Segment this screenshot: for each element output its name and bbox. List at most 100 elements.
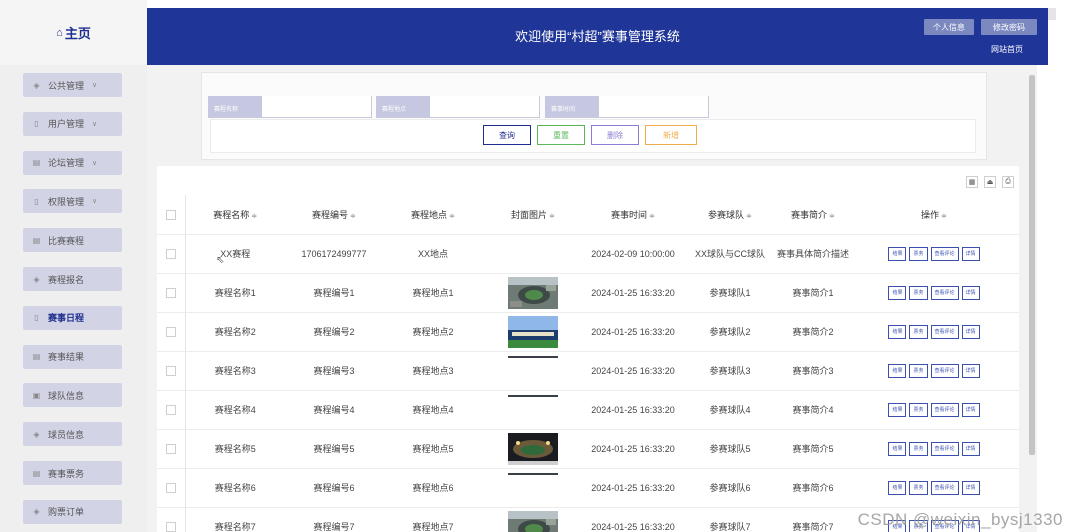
sidebar-item[interactable]: ▤ 赛事票务	[23, 461, 122, 485]
column-header[interactable]: 操作 ≑	[849, 195, 1019, 235]
table-row[interactable]: 赛程名称2 赛程编号2 赛程地点2 2024-01-25 16:33:20 参赛球队2 赛…	[157, 312, 1019, 352]
details-button[interactable]: 详情	[961, 285, 980, 300]
add-button[interactable]: 新增	[645, 125, 697, 145]
row-checkbox[interactable]	[165, 521, 176, 532]
row-checkbox[interactable]	[165, 404, 176, 415]
column-header[interactable]: 封面图片 ≑	[483, 195, 583, 235]
ticket-button[interactable]: 票务	[909, 363, 928, 378]
delete-button[interactable]: 删除	[591, 125, 639, 145]
view-comments-button[interactable]: 查看评论	[930, 402, 959, 417]
details-button[interactable]: 详情	[961, 324, 980, 339]
view-comments-button[interactable]: 查看评论	[930, 285, 959, 300]
sidebar-item[interactable]: ▤ 比赛赛程	[23, 228, 122, 253]
ticket-button[interactable]: 票务	[909, 402, 928, 417]
row-actions-cell: 结果 票务 查看评论 详情	[849, 468, 1019, 508]
result-button[interactable]: 结果	[888, 402, 907, 417]
ticket-button[interactable]: 票务	[909, 324, 928, 339]
sort-icon[interactable]: ≑	[829, 213, 835, 220]
cell-place: 赛程地点6	[383, 468, 483, 508]
view-comments-button[interactable]: 查看评论	[930, 363, 959, 378]
export-icon[interactable]: ⏏	[984, 176, 996, 188]
sort-icon[interactable]: ≑	[449, 213, 455, 220]
schedule-place-input[interactable]	[430, 96, 540, 117]
sidebar-item[interactable]: ▯ 权限管理 ∨	[23, 189, 122, 214]
row-checkbox[interactable]	[165, 287, 176, 298]
result-button[interactable]: 结果	[888, 363, 907, 378]
reset-button[interactable]: 重置	[537, 125, 585, 145]
cover-image	[508, 315, 558, 348]
doc-icon: ▯	[34, 313, 39, 323]
column-header[interactable]: 参赛球队 ≑	[683, 195, 777, 235]
select-all-checkbox[interactable]	[165, 209, 176, 220]
table-row[interactable]: XX赛程 1706172499777 XX地点 2024-02-09 10:00:00…	[157, 234, 1019, 274]
doc-icon: ▯	[34, 196, 39, 206]
sidebar-item[interactable]: ▤ 赛事结果	[23, 344, 122, 369]
result-button[interactable]: 结果	[888, 324, 907, 339]
sidebar-item[interactable]: ◈ 赛程报名	[23, 267, 122, 291]
profile-button[interactable]: 个人信息	[924, 19, 974, 35]
details-button[interactable]: 详情	[961, 246, 980, 261]
result-button[interactable]: 结果	[888, 441, 907, 456]
home-link[interactable]: ⌂ 主页	[0, 0, 147, 65]
result-button[interactable]: 结果	[888, 285, 907, 300]
scrollbar-thumb[interactable]	[1029, 75, 1035, 455]
row-checkbox[interactable]	[165, 365, 176, 376]
column-header[interactable]: 赛事时间 ≑	[583, 195, 683, 235]
table-row[interactable]: 赛程名称3 赛程编号3 赛程地点3 2024-01-25 16:33:20 参赛球队3 赛…	[157, 351, 1019, 391]
sidebar-item[interactable]: ▯ 用户管理 ∨	[23, 111, 122, 136]
view-comments-button[interactable]: 查看评论	[930, 324, 959, 339]
row-checkbox[interactable]	[165, 482, 176, 493]
column-header[interactable]: 赛程名称 ≑	[185, 195, 285, 235]
search-field-time: 赛事时间	[545, 96, 709, 118]
sidebar-item[interactable]: ◈ 公共管理 ∨	[23, 73, 122, 97]
result-button[interactable]: 结果	[888, 246, 907, 261]
view-comments-button[interactable]: 查看评论	[930, 480, 959, 495]
table-row[interactable]: 赛程名称6 赛程编号6 赛程地点6 2024-01-25 16:33:20 参赛球队6 赛…	[157, 468, 1019, 508]
column-header-label: 赛程编号	[312, 209, 349, 220]
table-row[interactable]: 赛程名称4 赛程编号4 赛程地点4 2024-01-25 16:33:20 参赛球队4 赛…	[157, 390, 1019, 430]
cell-code: 赛程编号3	[285, 351, 383, 391]
event-time-input[interactable]	[599, 96, 709, 117]
details-button[interactable]: 详情	[961, 363, 980, 378]
view-comments-button[interactable]: 查看评论	[930, 441, 959, 456]
content-scrollbar[interactable]	[1027, 65, 1037, 532]
window-scrollbar[interactable]	[1048, 8, 1056, 20]
sort-icon[interactable]: ≑	[941, 213, 947, 220]
table-row[interactable]: 赛程名称5 赛程编号5 赛程地点5 2024-01-25 16:33:20 参赛球队5 赛…	[157, 429, 1019, 469]
sidebar-item[interactable]: ▯ 赛事日程	[23, 305, 122, 330]
sidebar-item-label: 论坛管理	[48, 158, 85, 169]
ticket-button[interactable]: 票务	[909, 480, 928, 495]
column-header[interactable]: 赛程地点 ≑	[383, 195, 483, 235]
columns-icon[interactable]: ▦	[966, 176, 978, 188]
table-row[interactable]: 赛程名称1 赛程编号1 赛程地点1 2024-01-25 16:33:20 参赛球队1 赛…	[157, 273, 1019, 313]
row-checkbox[interactable]	[165, 248, 176, 259]
schedule-name-input[interactable]	[262, 96, 372, 117]
change-password-button[interactable]: 修改密码	[981, 19, 1037, 35]
ticket-button[interactable]: 票务	[909, 246, 928, 261]
sidebar-item[interactable]: ◈ 球员信息	[23, 422, 122, 447]
details-button[interactable]: 详情	[961, 441, 980, 456]
row-checkbox[interactable]	[165, 326, 176, 337]
sort-icon[interactable]: ≑	[649, 213, 655, 220]
sort-icon[interactable]: ≑	[549, 213, 555, 220]
row-checkbox[interactable]	[165, 443, 176, 454]
print-icon[interactable]: ⎙	[1002, 176, 1014, 188]
ticket-button[interactable]: 票务	[909, 285, 928, 300]
site-home-link[interactable]: 网站首页	[991, 44, 1023, 55]
row-actions-cell: 结果 票务 查看评论 详情	[849, 234, 1019, 274]
column-header[interactable]: 赛程编号 ≑	[285, 195, 383, 235]
sidebar-item[interactable]: ◈ 购票订单	[23, 499, 122, 524]
cell-code: 1706172499777	[285, 234, 383, 274]
sidebar-item[interactable]: ▤ 论坛管理 ∨	[23, 150, 122, 175]
view-comments-button[interactable]: 查看评论	[930, 246, 959, 261]
details-button[interactable]: 详情	[961, 402, 980, 417]
column-header[interactable]: 赛事简介 ≑	[777, 195, 849, 235]
sort-icon[interactable]: ≑	[350, 213, 356, 220]
ticket-button[interactable]: 票务	[909, 441, 928, 456]
query-button[interactable]: 查询	[483, 125, 531, 145]
result-button[interactable]: 结果	[888, 480, 907, 495]
sidebar-item[interactable]: ▣ 球队信息	[23, 383, 122, 408]
sort-icon[interactable]: ≑	[746, 213, 752, 220]
sort-icon[interactable]: ≑	[251, 213, 257, 220]
details-button[interactable]: 详情	[961, 480, 980, 495]
